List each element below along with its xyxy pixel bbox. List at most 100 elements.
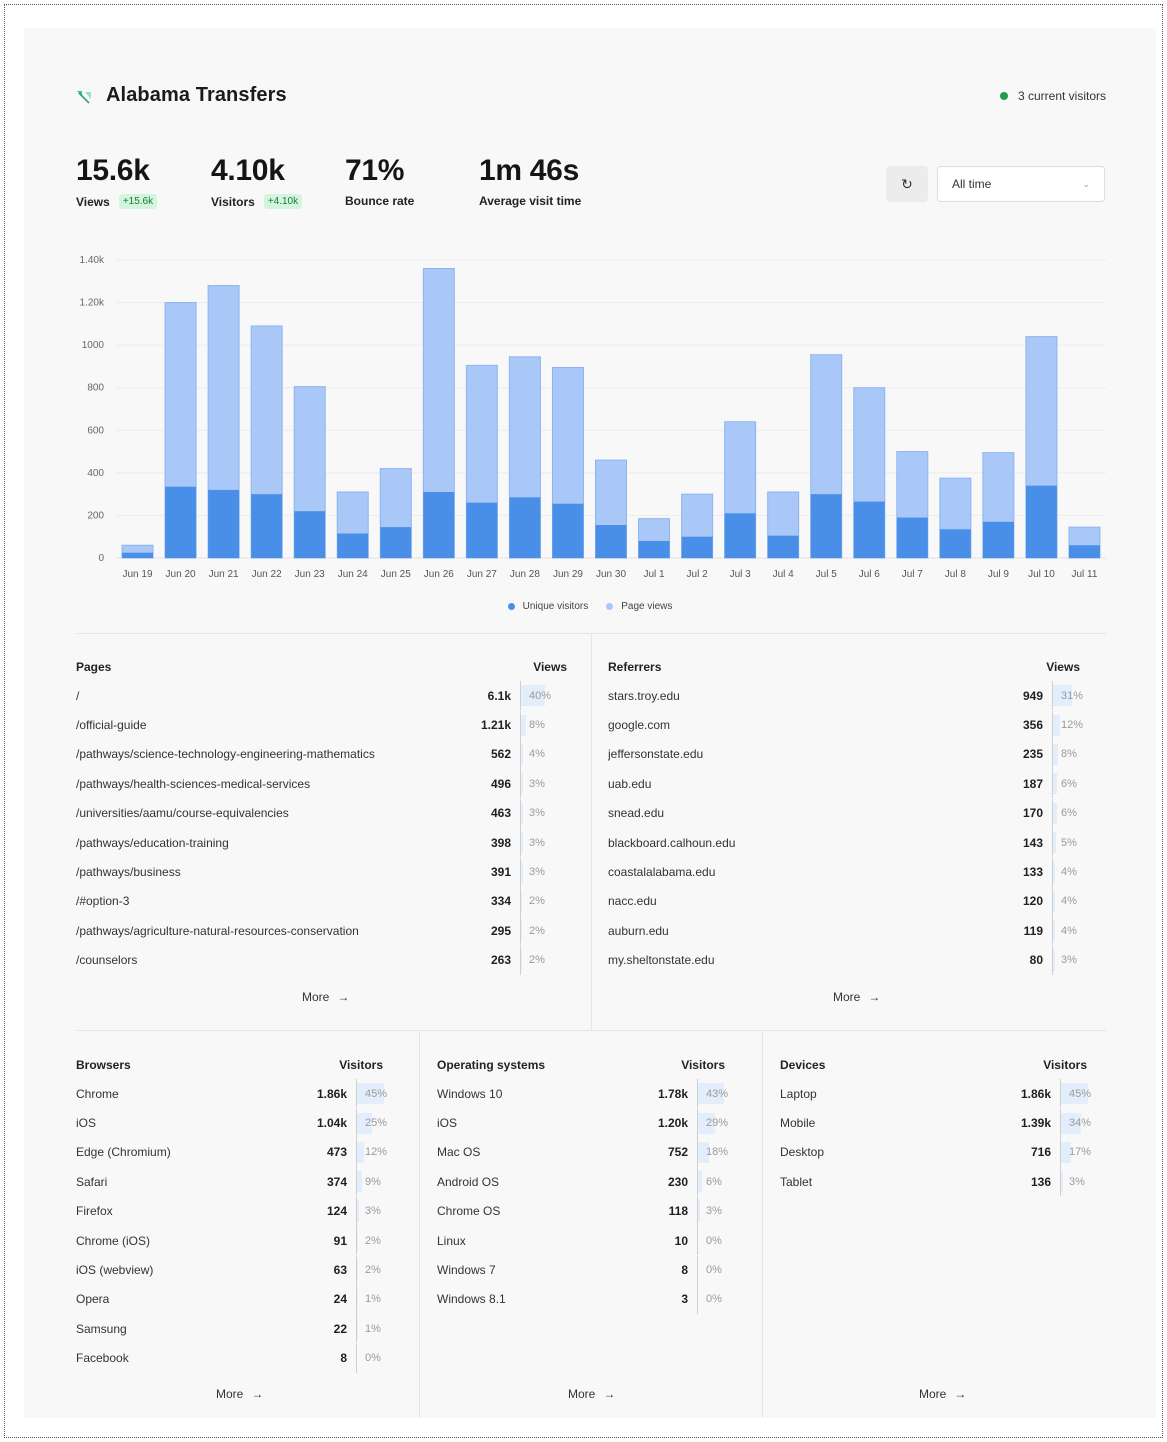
x-tick-label: Jul 2 — [687, 569, 709, 580]
row-label: stars.troy.edu — [608, 688, 680, 703]
bar-unique-visitors — [509, 497, 541, 558]
table-header[interactable]: Referrers — [608, 660, 661, 676]
site-name[interactable]: Alabama Transfers — [106, 84, 287, 107]
table-row[interactable]: uab.edu 187 6% — [608, 769, 1098, 799]
more-label: More — [216, 1387, 244, 1401]
table-row[interactable]: jeffersonstate.edu 235 8% — [608, 739, 1098, 769]
row-percentage: 3% — [1052, 945, 1098, 975]
row-percentage: 6% — [697, 1167, 737, 1197]
table-row[interactable]: Samsung 22 1% — [76, 1314, 396, 1344]
bar-unique-visitors — [810, 494, 842, 558]
legend-swatch — [507, 603, 515, 610]
table-row[interactable]: /pathways/business 391 3% — [76, 857, 566, 887]
arrow-right-icon: → — [251, 1387, 264, 1401]
table-row[interactable]: Linux 10 0% — [437, 1226, 737, 1256]
row-percent-label: 12% — [365, 1146, 388, 1159]
table-row[interactable]: Tablet 136 3% — [780, 1167, 1100, 1197]
table-header[interactable]: Browsers — [76, 1058, 131, 1074]
row-label: /pathways/education-training — [76, 835, 229, 850]
table-row[interactable]: Chrome 1.86k 45% — [76, 1079, 396, 1109]
table-row[interactable]: / 6.1k 40% — [76, 681, 566, 711]
row-percentage: 1% — [356, 1284, 396, 1314]
row-percentage: 3% — [356, 1196, 396, 1226]
table-row[interactable]: iOS (webview) 63 2% — [76, 1255, 396, 1285]
x-tick-label: Jul 7 — [902, 569, 924, 580]
bar-unique-visitors — [122, 552, 154, 558]
date-range-select[interactable]: All time ⌄ — [937, 166, 1105, 202]
row-value: 22 — [333, 1321, 347, 1336]
metric-visitors: 4.10k Visitors +4.10k — [211, 152, 303, 209]
table-row[interactable]: Desktop 716 17% — [780, 1137, 1100, 1167]
table-row[interactable]: /official-guide 1.21k 8% — [76, 710, 566, 740]
legend-item-page-views[interactable]: Page views — [606, 601, 672, 612]
browsers-more-button[interactable]: More → — [216, 1387, 263, 1401]
table-row[interactable]: /counselors 263 2% — [76, 945, 566, 975]
row-label: Chrome — [76, 1086, 119, 1101]
table-row[interactable]: stars.troy.edu 949 31% — [608, 681, 1098, 711]
row-percent-label: 0% — [706, 1293, 722, 1306]
table-row[interactable]: Safari 374 9% — [76, 1167, 396, 1197]
table-row[interactable]: nacc.edu 120 4% — [608, 886, 1098, 916]
row-percentage: 43% — [697, 1079, 737, 1109]
table-row[interactable]: Windows 8.1 3 0% — [437, 1284, 737, 1314]
row-percent-label: 3% — [529, 777, 545, 790]
row-label: Facebook — [76, 1351, 129, 1366]
bar-unique-visitors — [251, 494, 283, 558]
table-row[interactable]: /pathways/agriculture-natural-resources-… — [76, 916, 566, 946]
legend-item-unique-visitors[interactable]: Unique visitors — [507, 601, 588, 612]
table-header[interactable]: Pages — [76, 660, 111, 676]
bar-unique-visitors — [208, 489, 240, 558]
chevron-down-icon: ⌄ — [1082, 178, 1090, 189]
devices-more-button[interactable]: More → — [919, 1387, 966, 1401]
table-row[interactable]: Windows 10 1.78k 43% — [437, 1079, 737, 1109]
table-row[interactable]: Laptop 1.86k 45% — [780, 1079, 1100, 1109]
table-row[interactable]: auburn.edu 119 4% — [608, 916, 1098, 946]
table-row[interactable]: Mac OS 752 18% — [437, 1137, 737, 1167]
row-value: 1.20k — [657, 1116, 688, 1131]
x-tick-label: Jul 8 — [945, 569, 967, 580]
table-row[interactable]: Android OS 230 6% — [437, 1167, 737, 1197]
referrers-more-button[interactable]: More → — [833, 990, 880, 1004]
x-tick-label: Jun 29 — [553, 569, 583, 580]
row-percent-label: 3% — [1061, 954, 1077, 967]
row-value: 391 — [490, 865, 511, 880]
os-more-button[interactable]: More → — [568, 1387, 615, 1401]
browsers-table: Browsers Visitors Chrome 1.86k 45% iOS 1.04k 2… — [76, 1058, 396, 1373]
table-row[interactable]: blackboard.calhoun.edu 143 5% — [608, 828, 1098, 858]
table-row[interactable]: Facebook 8 0% — [76, 1343, 396, 1373]
current-visitors[interactable]: 3 current visitors — [999, 89, 1106, 103]
table-row[interactable]: snead.edu 170 6% — [608, 798, 1098, 828]
bar-unique-visitors — [982, 521, 1014, 558]
row-value: 119 — [1023, 923, 1043, 938]
row-label: Samsung — [76, 1321, 127, 1336]
refresh-button[interactable]: ↻ — [886, 166, 928, 202]
table-row[interactable]: /#option-3 334 2% — [76, 886, 566, 916]
table-row[interactable]: coastalalabama.edu 133 4% — [608, 857, 1098, 887]
table-row[interactable]: Edge (Chromium) 473 12% — [76, 1137, 396, 1167]
row-value: 170 — [1022, 806, 1043, 821]
table-row[interactable]: Windows 7 8 0% — [437, 1255, 737, 1285]
table-row[interactable]: /universities/aamu/course-equivalencies 4… — [76, 798, 566, 828]
table-header[interactable]: Devices — [780, 1058, 825, 1074]
table-row[interactable]: Mobile 1.39k 34% — [780, 1108, 1100, 1138]
table-row[interactable]: google.com 356 12% — [608, 710, 1098, 740]
row-percent-label: 4% — [1061, 924, 1077, 937]
table-row[interactable]: Opera 24 1% — [76, 1284, 396, 1314]
table-row[interactable]: Chrome (iOS) 91 2% — [76, 1226, 396, 1256]
table-row[interactable]: /pathways/health-sciences-medical-servic… — [76, 769, 566, 799]
table-row[interactable]: /pathways/science-technology-engineering… — [76, 739, 566, 769]
row-label: Firefox — [76, 1204, 113, 1219]
table-row[interactable]: my.sheltonstate.edu 80 3% — [608, 945, 1098, 975]
table-row[interactable]: /pathways/education-training 398 3% — [76, 828, 566, 858]
table-row[interactable]: Chrome OS 118 3% — [437, 1196, 737, 1226]
more-label: More — [568, 1387, 596, 1401]
bar-unique-visitors — [939, 529, 971, 558]
row-label: Edge (Chromium) — [76, 1145, 171, 1160]
table-row[interactable]: iOS 1.04k 25% — [76, 1108, 396, 1138]
pages-more-button[interactable]: More → — [302, 990, 349, 1004]
table-row[interactable]: Firefox 124 3% — [76, 1196, 396, 1226]
legend-label: Page views — [621, 601, 673, 612]
table-header[interactable]: Operating systems — [437, 1058, 545, 1074]
row-percentage: 1% — [356, 1314, 396, 1344]
table-row[interactable]: iOS 1.20k 29% — [437, 1108, 737, 1138]
